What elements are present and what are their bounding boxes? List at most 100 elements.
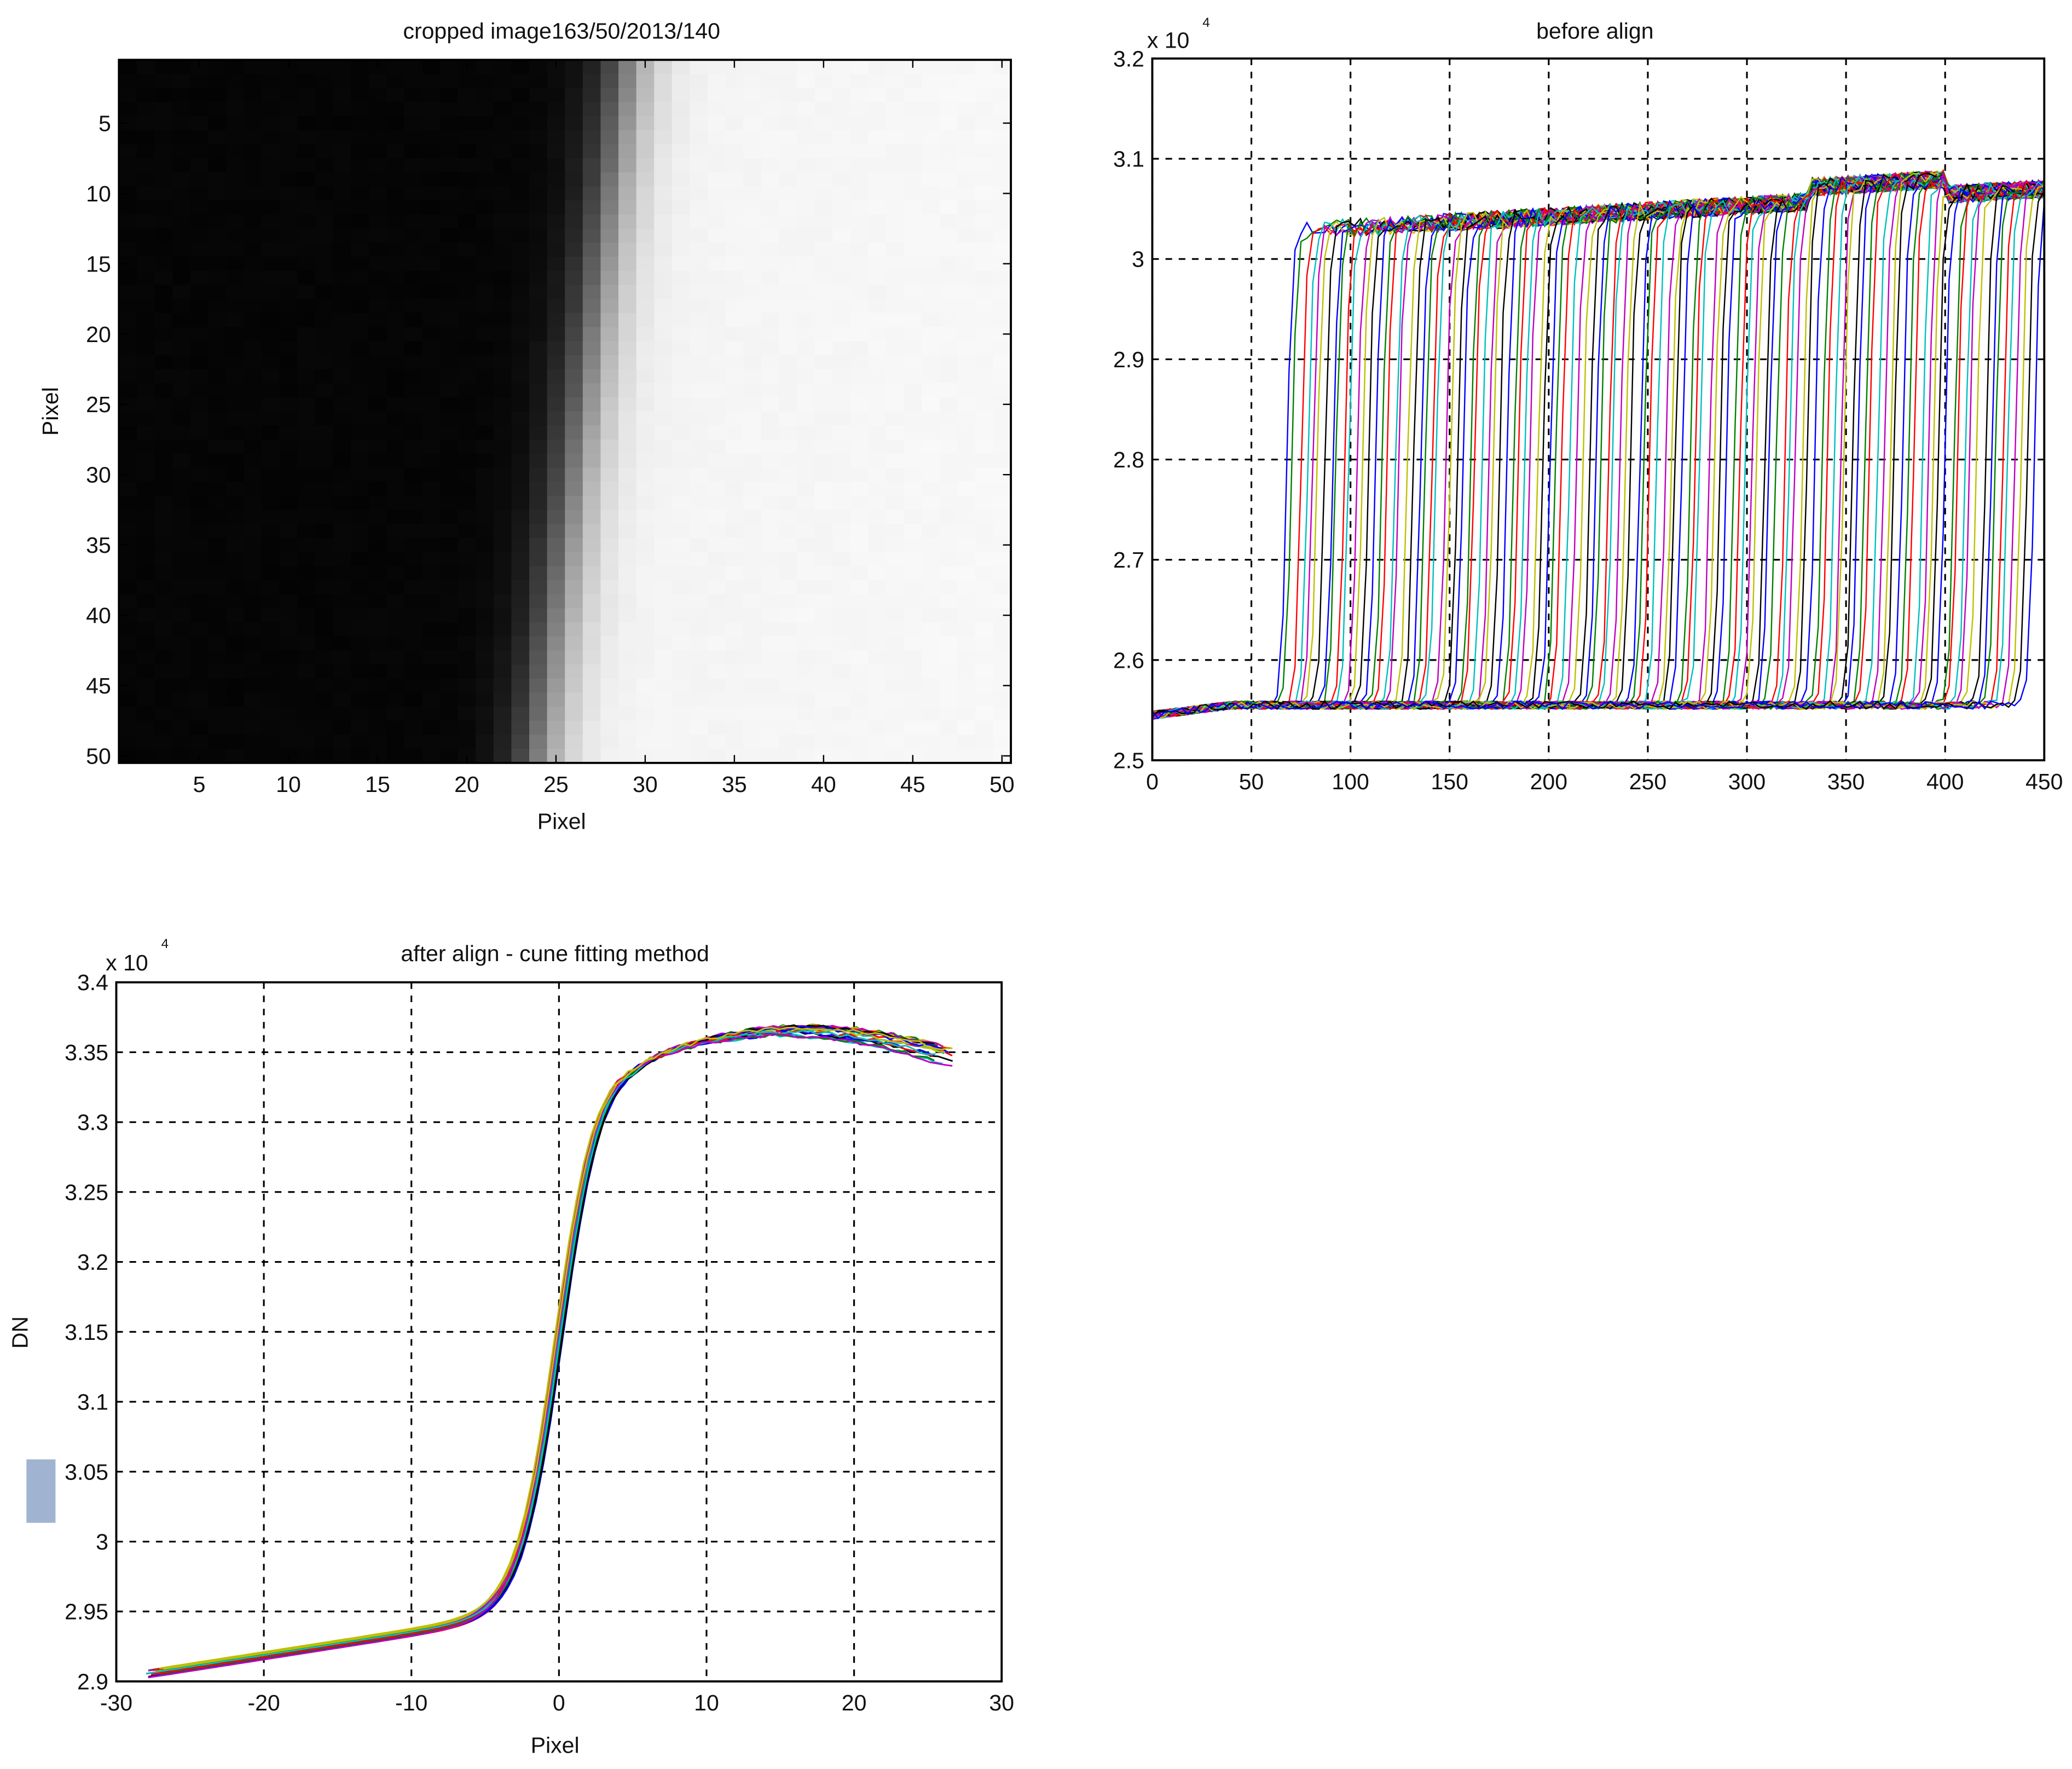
heatmap-cell — [422, 482, 441, 497]
heatmap-cell — [190, 242, 209, 258]
heatmap-cell — [351, 552, 370, 567]
heatmap-cell — [636, 74, 655, 89]
x-tick-label: 150 — [1431, 769, 1468, 794]
heatmap-cell — [208, 411, 227, 426]
heatmap-cell — [725, 158, 744, 174]
heatmap-cell — [225, 172, 245, 187]
heatmap-cell — [654, 327, 673, 342]
heatmap-cell — [244, 495, 263, 511]
heatmap-cell — [707, 214, 727, 230]
heatmap-cell — [975, 383, 994, 398]
heatmap-cell — [208, 256, 227, 272]
heatmap-cell — [885, 214, 905, 230]
heatmap-cell — [208, 735, 227, 750]
heatmap-cell — [136, 622, 155, 638]
heatmap-cell — [262, 537, 281, 553]
heatmap-cell — [565, 453, 584, 469]
heatmap-cell — [832, 453, 852, 469]
heatmap-cell — [315, 285, 334, 300]
heatmap-cell — [315, 622, 334, 638]
heatmap-cell — [975, 130, 994, 145]
heatmap-cell — [547, 116, 566, 131]
heatmap-cell — [440, 552, 459, 567]
heatmap-cell — [600, 158, 620, 174]
heatmap-cell — [386, 74, 406, 89]
heatmap-cell — [279, 369, 298, 384]
heatmap-cell — [244, 411, 263, 426]
heatmap-cell — [368, 580, 387, 596]
heatmap-cell — [975, 537, 994, 553]
heatmap-cell — [386, 467, 406, 483]
heatmap-cell — [386, 510, 406, 525]
heatmap-cell — [850, 144, 869, 159]
heatmap-cell — [154, 735, 173, 750]
heatmap-cell — [957, 495, 976, 511]
heatmap-cell — [743, 397, 762, 413]
heatmap-cell — [868, 88, 887, 103]
heatmap-cell — [476, 144, 495, 159]
heatmap-cell — [547, 158, 566, 174]
heatmap-cell — [654, 566, 673, 581]
heatmap-cell — [832, 242, 852, 258]
heatmap-cell — [707, 439, 727, 455]
heatmap-cell — [493, 242, 512, 258]
heatmap-cell — [672, 228, 691, 244]
heatmap-cell — [493, 425, 512, 441]
heatmap-cell — [190, 664, 209, 680]
heatmap-cell — [529, 383, 548, 398]
heatmap-cell — [618, 707, 638, 722]
heatmap-cell — [868, 678, 887, 693]
heatmap-cell — [939, 636, 958, 651]
heatmap-cell — [119, 636, 138, 651]
heatmap-cell — [262, 411, 281, 426]
after-align-series — [148, 1033, 953, 1679]
heatmap-cell — [939, 580, 958, 596]
heatmap-cell — [850, 453, 869, 469]
heatmap-cell — [422, 355, 441, 370]
heatmap-cell — [565, 158, 584, 174]
heatmap-cell — [957, 242, 976, 258]
heatmap-cell — [850, 467, 869, 483]
heatmap-cell — [618, 664, 638, 680]
heatmap-cell — [904, 636, 923, 651]
heatmap-cell — [368, 524, 387, 539]
heatmap-cell — [262, 622, 281, 638]
y-tick-label: 2.6 — [1113, 648, 1144, 673]
heatmap-cell — [136, 467, 155, 483]
heatmap-cell — [761, 256, 780, 272]
heatmap-cell — [743, 425, 762, 441]
heatmap-cell — [885, 327, 905, 342]
heatmap-cell — [957, 692, 976, 708]
heatmap-cell — [654, 355, 673, 370]
heatmap-cell — [208, 214, 227, 230]
heatmap-cell — [868, 566, 887, 581]
heatmap-cell — [761, 692, 780, 708]
heatmap-cell — [850, 720, 869, 736]
y-tick-label: 3.15 — [65, 1320, 108, 1345]
heatmap-cell — [422, 158, 441, 174]
heatmap-cell — [440, 495, 459, 511]
heatmap-cell — [725, 214, 744, 230]
heatmap-cell — [154, 158, 173, 174]
heatmap-cell — [957, 172, 976, 187]
heatmap-cell — [404, 355, 423, 370]
heatmap-cell — [244, 74, 263, 89]
heatmap-cell — [796, 172, 816, 187]
heatmap-cell — [333, 552, 352, 567]
heatmap-cell — [636, 482, 655, 497]
heatmap-cell — [297, 256, 316, 272]
heatmap-cell — [529, 256, 548, 272]
heatmap-cell — [832, 636, 852, 651]
heatmap-cell — [904, 482, 923, 497]
heatmap-cell — [547, 537, 566, 553]
heatmap-cell — [618, 439, 638, 455]
heatmap-cell — [172, 158, 192, 174]
heatmap-cell — [172, 608, 192, 623]
heatmap-cell — [368, 636, 387, 651]
heatmap-cell — [868, 636, 887, 651]
heatmap-cell — [672, 285, 691, 300]
heatmap-cell — [458, 439, 477, 455]
heatmap-cell — [582, 482, 601, 497]
heatmap-cell — [832, 650, 852, 666]
heatmap-cell — [119, 369, 138, 384]
